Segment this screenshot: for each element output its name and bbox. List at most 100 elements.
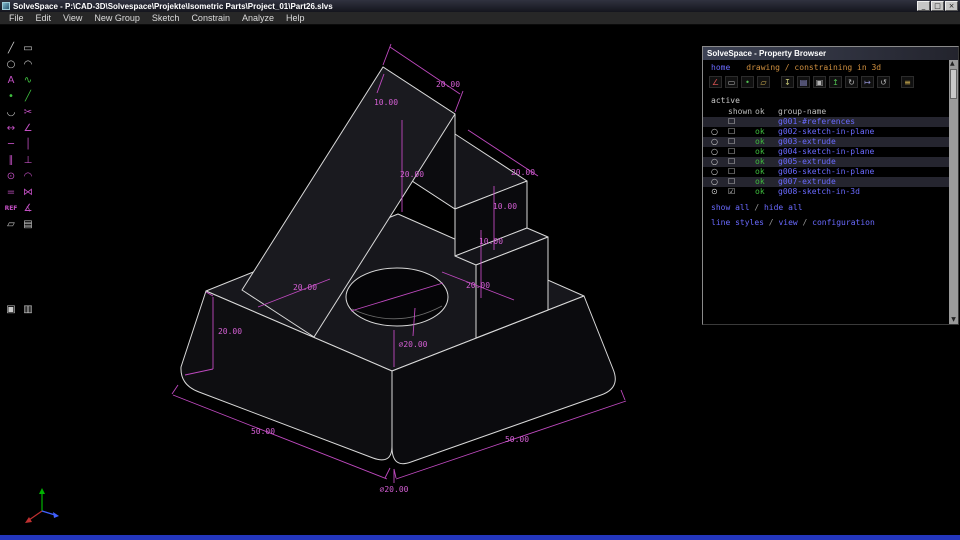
- hide-all-link[interactable]: hide all: [764, 203, 803, 212]
- minimize-button[interactable]: _: [917, 1, 930, 11]
- shown-checkbox[interactable]: ☐: [728, 117, 755, 127]
- view-link[interactable]: view: [778, 218, 797, 227]
- scrollbar[interactable]: ▲ ▼: [949, 60, 958, 324]
- perpendicular-constraint-icon[interactable]: ⊥: [20, 153, 36, 168]
- group-row-g006[interactable]: ○ ☐ ok g006-sketch-in-plane: [703, 167, 949, 177]
- property-browser-toolbar: ∠ ▭ • ▱ ↧ ▤ ▣ ↥ ↻ ↦ ↺ ≡: [703, 74, 949, 91]
- shown-checkbox[interactable]: ☐: [728, 177, 755, 187]
- active-radio[interactable]: ○: [711, 147, 728, 157]
- config-icon[interactable]: ≡: [901, 76, 914, 88]
- group-row-g005[interactable]: ○ ☐ ok g005-extrude: [703, 157, 949, 167]
- group-row-g004[interactable]: ○ ☐ ok g004-sketch-in-plane: [703, 147, 949, 157]
- reference-dimension-icon[interactable]: REF: [3, 201, 19, 216]
- menu-new-group[interactable]: New Group: [88, 13, 146, 23]
- construction-tool-icon[interactable]: ╱: [20, 89, 36, 104]
- group-name-link[interactable]: g002-sketch-in-plane: [778, 127, 874, 137]
- point-icon[interactable]: •: [741, 76, 754, 88]
- parallel-constraint-icon[interactable]: ∥: [3, 153, 19, 168]
- menu-help[interactable]: Help: [280, 13, 311, 23]
- scroll-down-icon[interactable]: ▼: [951, 316, 956, 324]
- rectangle-tool-icon[interactable]: ▭: [20, 41, 36, 56]
- menu-file[interactable]: File: [3, 13, 30, 23]
- group-name-link[interactable]: g004-sketch-in-plane: [778, 147, 874, 157]
- shown-checkbox[interactable]: ☐: [728, 137, 755, 147]
- shown-checkbox[interactable]: ☐: [728, 147, 755, 157]
- group-row-g007[interactable]: ○ ☐ ok g007-extrude: [703, 177, 949, 187]
- angle-constraint-icon[interactable]: ∠: [20, 121, 36, 136]
- rotate-icon[interactable]: ↺: [877, 76, 890, 88]
- menu-edit[interactable]: Edit: [30, 13, 58, 23]
- tangent-constraint-icon[interactable]: ◠: [20, 169, 36, 184]
- workplane-icon[interactable]: ▱: [757, 76, 770, 88]
- menu-analyze[interactable]: Analyze: [236, 13, 280, 23]
- arc-tool-icon[interactable]: ◠: [20, 57, 36, 72]
- shown-checkbox[interactable]: ☑: [728, 187, 755, 197]
- extrude-icon[interactable]: ▤: [20, 217, 36, 232]
- active-radio[interactable]: ○: [711, 157, 728, 167]
- group-row-g002[interactable]: ○ ☐ ok g002-sketch-in-plane: [703, 127, 949, 137]
- svg-text:10.00: 10.00: [493, 202, 517, 211]
- menu-constrain[interactable]: Constrain: [185, 13, 236, 23]
- split-curves-tool-icon[interactable]: ✂: [20, 105, 36, 120]
- sketch-icon[interactable]: ▣: [813, 76, 826, 88]
- line-styles-link[interactable]: line styles: [711, 218, 764, 227]
- group-row-g003[interactable]: ○ ☐ ok g003-extrude: [703, 137, 949, 147]
- reference-angle-icon[interactable]: ∡: [20, 201, 36, 216]
- text-tool-icon[interactable]: A: [3, 73, 19, 88]
- active-radio[interactable]: ○: [711, 137, 728, 147]
- menu-sketch[interactable]: Sketch: [146, 13, 186, 23]
- link-separator: /: [763, 218, 779, 227]
- translate-icon[interactable]: ↦: [861, 76, 874, 88]
- angle-icon[interactable]: ∠: [709, 76, 722, 88]
- maximize-button[interactable]: □: [931, 1, 944, 11]
- menu-view[interactable]: View: [57, 13, 88, 23]
- scroll-up-icon[interactable]: ▲: [950, 60, 957, 68]
- horizontal-constraint-icon[interactable]: ─: [3, 137, 19, 152]
- distance-constraint-icon[interactable]: ↔: [3, 121, 19, 136]
- group-list-header: shown ok group-name: [703, 105, 949, 117]
- symmetric-constraint-icon[interactable]: ⋈: [20, 185, 36, 200]
- equal-constraint-icon[interactable]: =: [3, 185, 19, 200]
- scrollbar-thumb[interactable]: [950, 69, 957, 99]
- copy-icon[interactable]: ▣: [3, 302, 19, 317]
- circle-tool-icon[interactable]: ○: [3, 57, 19, 72]
- point-on-line-constraint-icon[interactable]: ⊙: [3, 169, 19, 184]
- group-list: ☐ g001-#references ○ ☐ ok g002-sketch-in…: [703, 117, 949, 197]
- tangent-arc-tool-icon[interactable]: ◡: [3, 105, 19, 120]
- home-link[interactable]: home: [711, 63, 730, 72]
- active-radio[interactable]: ○: [711, 127, 728, 137]
- distance-icon[interactable]: ▭: [725, 76, 738, 88]
- show-all-link[interactable]: show all: [711, 203, 750, 212]
- title-bar[interactable]: SolveSpace - P:\CAD-3D\Solvespace\Projek…: [0, 0, 960, 12]
- lathe-icon[interactable]: ↻: [845, 76, 858, 88]
- spline-tool-icon[interactable]: ∿: [20, 73, 36, 88]
- group-name-link[interactable]: g003-extrude: [778, 137, 836, 147]
- group-name-link[interactable]: g006-sketch-in-plane: [778, 167, 874, 177]
- group-row-g008[interactable]: ⊙ ☑ ok g008-sketch-in-3d: [703, 187, 949, 197]
- vertical-constraint-icon[interactable]: │: [20, 137, 36, 152]
- svg-text:20.00: 20.00: [466, 281, 490, 290]
- paste-icon[interactable]: ▥: [20, 302, 36, 317]
- import-icon[interactable]: ↧: [781, 76, 794, 88]
- sketch-in-plane-icon[interactable]: ▱: [3, 217, 19, 232]
- close-button[interactable]: ×: [945, 1, 958, 11]
- active-radio[interactable]: ○: [711, 177, 728, 187]
- property-browser-titlebar[interactable]: SolveSpace - Property Browser: [703, 47, 958, 60]
- group-row-g001[interactable]: ☐ g001-#references: [703, 117, 949, 127]
- group-name-link[interactable]: g008-sketch-in-3d: [778, 187, 860, 197]
- shown-checkbox[interactable]: ☐: [728, 157, 755, 167]
- group-name-link[interactable]: g007-extrude: [778, 177, 836, 187]
- shown-checkbox[interactable]: ☐: [728, 167, 755, 177]
- group-icon[interactable]: ▤: [797, 76, 810, 88]
- configuration-link[interactable]: configuration: [812, 218, 875, 227]
- group-name-link[interactable]: g005-extrude: [778, 157, 836, 167]
- property-browser-window[interactable]: SolveSpace - Property Browser ▲ ▼ home d…: [702, 46, 959, 325]
- svg-text:10.00: 10.00: [479, 237, 503, 246]
- extrude-icon[interactable]: ↥: [829, 76, 842, 88]
- point-tool-icon[interactable]: •: [3, 89, 19, 104]
- line-tool-icon[interactable]: ╱: [3, 41, 19, 56]
- active-radio[interactable]: ○: [711, 167, 728, 177]
- active-radio[interactable]: ⊙: [711, 187, 728, 197]
- group-name-link[interactable]: g001-#references: [778, 117, 855, 127]
- shown-checkbox[interactable]: ☐: [728, 127, 755, 137]
